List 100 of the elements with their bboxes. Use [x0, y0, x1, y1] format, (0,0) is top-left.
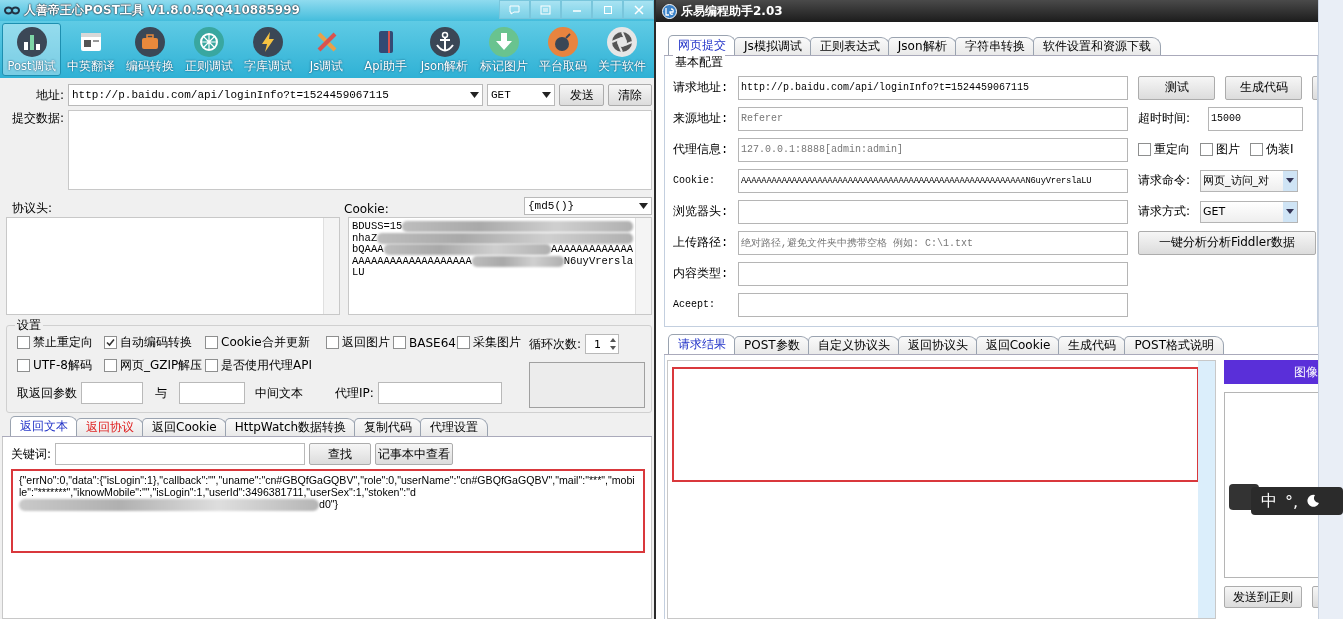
dropdown-caret-icon	[542, 92, 551, 98]
dropdown-caret-icon	[1286, 178, 1295, 183]
dropdown-caret-icon	[470, 92, 479, 98]
checkbox[interactable]	[17, 359, 30, 372]
param-field[interactable]	[81, 382, 143, 404]
post-data-field[interactable]	[68, 110, 652, 190]
minimize-button[interactable]	[561, 0, 592, 19]
ime-mode: 中	[1261, 490, 1277, 512]
group-title: 设置	[15, 317, 43, 334]
checkbox-label: Cookie合并更新	[221, 334, 310, 351]
tab[interactable]: 代理设置	[420, 418, 489, 436]
tab[interactable]: 自定义协议头	[807, 336, 900, 354]
tab[interactable]: Js模拟调试	[734, 37, 812, 55]
result-field[interactable]	[667, 360, 1216, 619]
dropdown[interactable]: GET	[1200, 200, 1299, 223]
cookie-text: bQAAA	[352, 244, 384, 256]
checkbox[interactable]	[1138, 143, 1151, 156]
window-title: 人善帝王心POST工具 V1.8.0.5QQ410885999	[24, 2, 300, 19]
checkbox[interactable]	[457, 336, 470, 349]
tab[interactable]: 软件设置和资源下载	[1032, 37, 1161, 55]
close-icon	[633, 4, 644, 15]
app-logo-icon	[662, 3, 677, 19]
send-to-regex-button[interactable]: 发送到正则	[1224, 586, 1302, 608]
format-dropdown[interactable]: {md5()}	[524, 196, 652, 215]
cookie-text: AAAAAAAAAAAAAAAAAAA	[352, 255, 472, 267]
field-label: 代理信息:	[672, 142, 730, 158]
checkbox-label: 图片	[1216, 141, 1240, 158]
checkbox[interactable]	[205, 359, 218, 372]
loop-count-spinner[interactable]: 1	[585, 334, 620, 354]
keyword-field[interactable]	[55, 443, 306, 465]
window-title: 乐易编程助手2.03	[681, 2, 783, 20]
send-button[interactable]: 发送	[559, 84, 604, 106]
url-dropdown[interactable]: http://p.baidu.com/api/loginInfo?t=1524459067115	[68, 84, 483, 106]
action-button[interactable]: 生成代码	[1225, 75, 1302, 100]
tab[interactable]: 返回Cookie	[975, 336, 1061, 354]
tab[interactable]: 复制代码	[354, 418, 423, 436]
text-field[interactable]	[738, 292, 1128, 317]
infinity-icon	[4, 6, 20, 15]
text-field[interactable]	[738, 199, 1128, 224]
tab[interactable]: POST格式说明	[1124, 336, 1224, 354]
tab[interactable]: HttpWatch数据转换	[224, 418, 357, 436]
fiddler-button[interactable]: 一键分析分析Fiddler数据	[1138, 230, 1316, 255]
tab[interactable]: 网页提交	[668, 35, 736, 55]
headers-field[interactable]	[6, 217, 340, 315]
ime-punctuation: °,	[1285, 491, 1299, 511]
checkbox[interactable]	[1200, 143, 1213, 156]
checkbox[interactable]	[1250, 143, 1263, 156]
timeout-field[interactable]: 15000	[1208, 106, 1304, 131]
cookie-text: nhaZ	[352, 232, 378, 244]
text-field[interactable]: 绝对路径,避免文件夹中携带空格 例如: C:\1.txt	[738, 230, 1128, 255]
checkbox[interactable]	[104, 336, 117, 349]
checkbox-label: BASE64	[409, 335, 456, 350]
tab[interactable]: Json解析	[887, 37, 957, 55]
text-field[interactable]: AAAAAAAAAAAAAAAAAAAAAAAAAAAAAAAAAAAAAAAAAAAAAAAAAAAAAAAAN6uyVrerslaLU	[738, 168, 1128, 193]
checkbox[interactable]	[104, 359, 117, 372]
checkbox-label: 伪装I	[1266, 141, 1294, 158]
tab[interactable]: 字符串转换	[954, 37, 1035, 55]
text-field[interactable]	[738, 261, 1128, 286]
proxy-ip-field[interactable]	[377, 382, 502, 404]
maximize-button[interactable]	[592, 0, 623, 19]
field-label: Cookie:	[344, 200, 389, 216]
field-label: 来源地址:	[672, 111, 730, 127]
briefcase-icon	[133, 26, 166, 58]
cookie-field[interactable]: BDUSS=15 nhaZ bQAAA AAAAAAAAAAAAA AAAAAAAAAAAAAAAAAAA N6uyVrersla LU	[348, 217, 652, 315]
tab[interactable]: 返回Cookie	[142, 418, 227, 436]
clear-button[interactable]: 清除	[608, 84, 652, 106]
tab[interactable]: 请求结果	[668, 334, 736, 354]
dropdown[interactable]: 网页_访问_对	[1200, 169, 1299, 192]
method-dropdown[interactable]: GET	[487, 84, 555, 106]
param-field[interactable]	[179, 382, 245, 404]
field-label: 内容类型:	[672, 266, 730, 282]
wheel-icon	[192, 26, 225, 58]
tab[interactable]: POST参数	[734, 336, 810, 354]
text-field[interactable]: Referer	[738, 106, 1128, 131]
cookie-text: N6uyVrersla	[563, 255, 633, 267]
field-label: 地址:	[34, 86, 64, 104]
text-field[interactable]: 127.0.0.1:8888[admin:admin]	[738, 137, 1128, 162]
moon-icon	[1306, 494, 1321, 508]
checkbox[interactable]	[205, 336, 218, 349]
feedback-button[interactable]	[499, 0, 530, 19]
speech-bubble-icon	[509, 4, 520, 15]
tab[interactable]: 返回协议头	[897, 336, 978, 354]
skin-button[interactable]	[530, 0, 561, 19]
checkbox[interactable]	[17, 336, 30, 349]
find-button[interactable]: 查找	[309, 443, 372, 465]
field-label: 代理IP:	[335, 384, 374, 402]
tab[interactable]: 返回协议	[76, 418, 144, 436]
checkbox-label: 重定向	[1154, 141, 1190, 158]
close-button[interactable]	[623, 0, 654, 19]
checkbox[interactable]	[326, 336, 339, 349]
tab[interactable]: 正则表达式	[809, 37, 890, 55]
field-label: 浏览器头:	[672, 204, 730, 220]
text-field[interactable]: http://p.baidu.com/api/loginInfo?t=1524459067115	[738, 75, 1128, 100]
checkbox[interactable]	[393, 336, 406, 349]
tab[interactable]: 返回文本	[10, 416, 78, 436]
field-label: 中间文本	[255, 384, 303, 402]
action-button[interactable]: 测试	[1138, 75, 1215, 100]
cookie-text: LU	[352, 267, 365, 279]
tab[interactable]: 生成代码	[1058, 336, 1127, 354]
notepad-button[interactable]: 记事本中查看	[375, 443, 454, 465]
